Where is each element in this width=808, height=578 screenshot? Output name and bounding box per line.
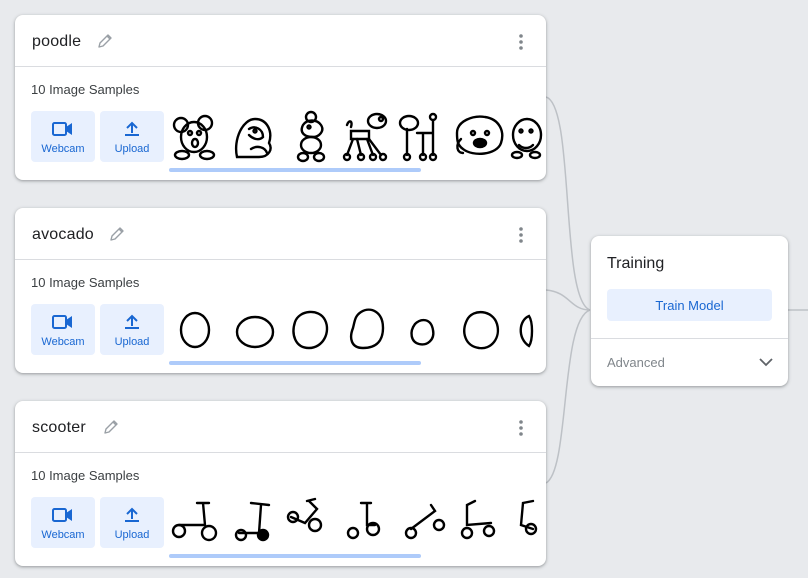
- upload-button[interactable]: Upload: [100, 111, 164, 162]
- upload-button[interactable]: Upload: [100, 304, 164, 355]
- chevron-down-icon[interactable]: [758, 354, 774, 370]
- sample-thumbnail[interactable]: [397, 302, 451, 358]
- sample-thumbnail[interactable]: [453, 109, 507, 165]
- sample-thumbnail[interactable]: [229, 109, 283, 165]
- sample-thumbnail[interactable]: [397, 495, 451, 551]
- class-card-avocado: avocado 10 Image Samples Webcam Upload: [15, 208, 546, 373]
- thumbnail-scrollbar[interactable]: [169, 361, 421, 365]
- pencil-icon[interactable]: [107, 224, 127, 244]
- sample-thumbnail[interactable]: [169, 109, 223, 165]
- samples-count: 10 Image Samples: [31, 275, 140, 290]
- webcam-button[interactable]: Webcam: [31, 497, 95, 548]
- sample-thumbnail[interactable]: [453, 302, 507, 358]
- sample-thumbnails[interactable]: [169, 302, 546, 358]
- sample-thumbnail[interactable]: [285, 109, 339, 165]
- sample-thumbnails[interactable]: [169, 109, 546, 165]
- class-name[interactable]: poodle: [32, 33, 81, 51]
- thumbnail-scrollbar[interactable]: [169, 554, 421, 558]
- class-name[interactable]: avocado: [32, 226, 94, 244]
- sample-thumbnails[interactable]: [169, 495, 546, 551]
- pencil-icon[interactable]: [95, 31, 115, 51]
- sample-thumbnail[interactable]: [509, 109, 546, 165]
- training-card: Training Train Model Advanced: [591, 236, 788, 386]
- sample-thumbnail[interactable]: [509, 495, 546, 551]
- sample-thumbnail[interactable]: [453, 495, 507, 551]
- class-card-poodle: poodle 10 Image Samples Webcam Upload: [15, 15, 546, 180]
- sample-thumbnail[interactable]: [285, 495, 339, 551]
- sample-thumbnail[interactable]: [229, 495, 283, 551]
- class-card-header: poodle: [15, 15, 546, 67]
- upload-label: Upload: [114, 336, 150, 348]
- sample-thumbnail[interactable]: [341, 495, 395, 551]
- upload-label: Upload: [114, 529, 150, 541]
- sample-thumbnail[interactable]: [509, 302, 546, 358]
- webcam-button[interactable]: Webcam: [31, 304, 95, 355]
- divider: [591, 338, 788, 339]
- upload-label: Upload: [114, 143, 150, 155]
- sample-thumbnail[interactable]: [229, 302, 283, 358]
- sample-thumbnail[interactable]: [169, 302, 223, 358]
- upload-icon: [125, 314, 139, 329]
- upload-button[interactable]: Upload: [100, 497, 164, 548]
- advanced-toggle[interactable]: Advanced: [607, 355, 665, 370]
- pencil-icon[interactable]: [101, 417, 121, 437]
- class-card-scooter: scooter 10 Image Samples Webcam Upload: [15, 401, 546, 566]
- class-card-header: scooter: [15, 401, 546, 453]
- webcam-label: Webcam: [41, 143, 85, 155]
- webcam-icon: [52, 122, 72, 136]
- class-card-header: avocado: [15, 208, 546, 260]
- more-vert-icon[interactable]: [518, 419, 524, 437]
- sample-thumbnail[interactable]: [397, 109, 451, 165]
- train-model-button[interactable]: Train Model: [607, 289, 772, 321]
- samples-count: 10 Image Samples: [31, 82, 140, 97]
- samples-count: 10 Image Samples: [31, 468, 140, 483]
- webcam-button[interactable]: Webcam: [31, 111, 95, 162]
- more-vert-icon[interactable]: [518, 33, 524, 51]
- upload-icon: [125, 121, 139, 136]
- webcam-label: Webcam: [41, 336, 85, 348]
- webcam-label: Webcam: [41, 529, 85, 541]
- sample-thumbnail[interactable]: [285, 302, 339, 358]
- class-name[interactable]: scooter: [32, 419, 86, 437]
- sample-thumbnail[interactable]: [169, 495, 223, 551]
- sample-thumbnail[interactable]: [341, 109, 395, 165]
- training-title: Training: [607, 255, 665, 272]
- upload-icon: [125, 507, 139, 522]
- webcam-icon: [52, 315, 72, 329]
- sample-thumbnail[interactable]: [341, 302, 395, 358]
- webcam-icon: [52, 508, 72, 522]
- more-vert-icon[interactable]: [518, 226, 524, 244]
- thumbnail-scrollbar[interactable]: [169, 168, 421, 172]
